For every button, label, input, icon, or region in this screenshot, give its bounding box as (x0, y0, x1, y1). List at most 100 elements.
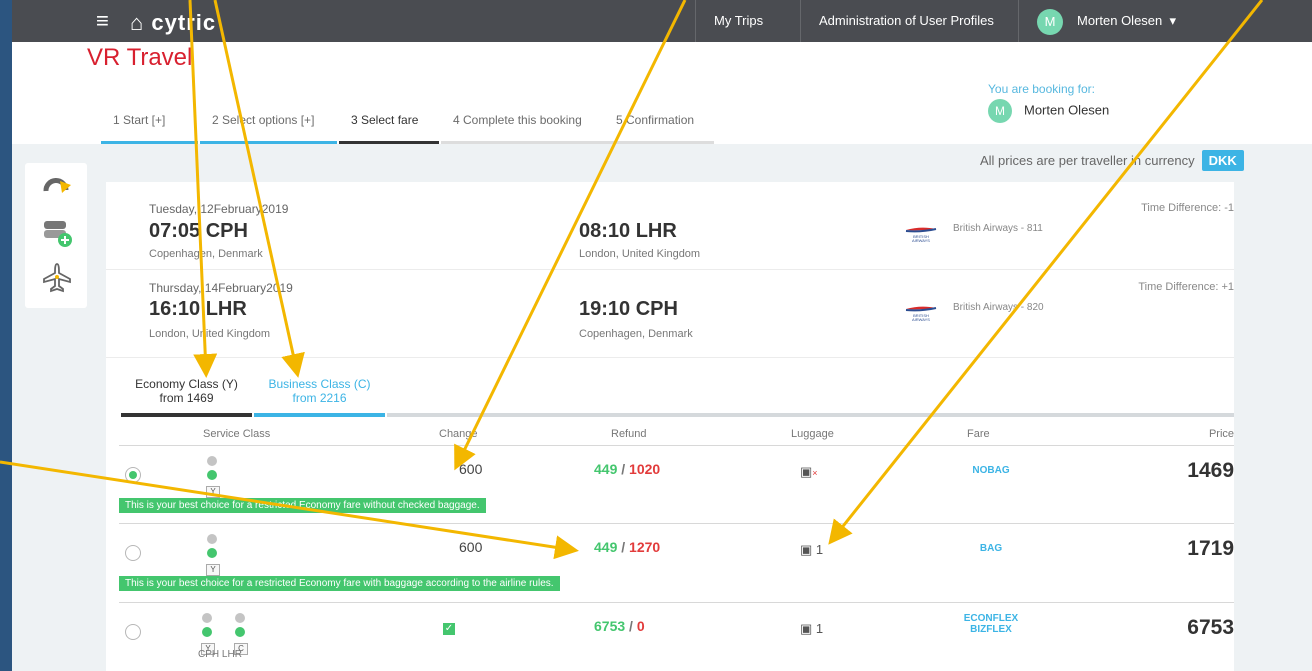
booking-for-label: You are booking for: (988, 82, 1095, 96)
tabs-track (387, 413, 1234, 417)
class-dot (207, 470, 217, 480)
fare-radio[interactable] (125, 467, 141, 483)
home-icon: ⌂ (130, 10, 152, 35)
return-arrival-city: Copenhagen, Denmark (579, 328, 693, 340)
fare-row[interactable]: Y 600 449 / 1020 ▣× NOBAG 1469 This is y… (119, 445, 1234, 523)
outbound-departure: 07:05 CPH (149, 220, 248, 242)
step-start-bar (101, 141, 198, 144)
step-confirmation[interactable]: 5 Confirmation (604, 114, 714, 144)
return-departure: 16:10 LHR (149, 298, 247, 320)
step-select-fare-bar (339, 141, 439, 144)
my-trips-link[interactable]: My Trips (695, 0, 781, 42)
return-date: Thursday, 14February2019 (149, 281, 293, 295)
class-tabs: Economy Class (Y) from 1469 Business Clas… (121, 377, 1234, 417)
fare-name[interactable]: NOBAG (956, 465, 1026, 476)
class-dot (202, 627, 212, 637)
step-complete-booking[interactable]: 4 Complete this booking (441, 114, 604, 144)
british-airways-logo: BRITISHAIRWAYS (905, 227, 937, 243)
british-airways-logo: BRITISHAIRWAYS (905, 306, 937, 322)
airport-codes: CPH LHR (198, 649, 242, 660)
class-code: Y (206, 564, 220, 576)
top-navigation-bar: ≡ ⌂ cytric My Trips Administration of Us… (12, 0, 1312, 42)
outbound-departure-city: Copenhagen, Denmark (149, 248, 263, 260)
refund-values: 449 / 1270 (594, 539, 661, 555)
return-departure-city: London, United Kingdom (149, 328, 271, 340)
cytric-logo[interactable]: ⌂ cytric (130, 10, 216, 36)
economy-tab-indicator (121, 413, 252, 417)
luggage-header: Luggage (791, 428, 834, 440)
no-luggage-icon: ▣× (800, 464, 818, 479)
step-start[interactable]: 1 Start [+] (101, 114, 198, 144)
luggage-icon: ▣ 1 (800, 542, 824, 557)
refund-header: Refund (611, 428, 647, 440)
outbound-time-difference: Time Difference: -1 (1141, 202, 1234, 214)
hamburger-icon[interactable]: ≡ (96, 10, 109, 32)
flight-results-panel: Tuesday, 12February2019 07:05 CPH Copenh… (106, 182, 1234, 671)
side-tools (25, 163, 87, 308)
currency-info: All prices are per traveller in currency… (980, 150, 1244, 171)
booking-person-avatar: M (988, 99, 1012, 123)
fare-name[interactable]: BAG (956, 543, 1026, 554)
fare-price: 1469 (1187, 459, 1234, 482)
booking-person-name: Morten Olesen (1024, 102, 1110, 118)
step-complete-booking-bar (441, 141, 604, 144)
fare-recommendation: This is your best choice for a restricte… (119, 498, 486, 513)
logo-text: cytric (151, 10, 217, 35)
fare-recommendation: This is your best choice for a restricte… (119, 576, 560, 591)
refund-values: 6753 / 0 (594, 618, 645, 634)
change-fee: 600 (459, 461, 483, 477)
business-tab-indicator (254, 413, 385, 417)
airplane-icon[interactable] (41, 261, 73, 293)
change-header: Change (439, 428, 478, 440)
outbound-date: Tuesday, 12February2019 (149, 202, 289, 216)
user-menu[interactable]: M Morten Olesen ▾ (1018, 0, 1234, 42)
fare-radio[interactable] (125, 624, 141, 640)
user-name: Morten Olesen (1077, 13, 1163, 28)
luggage-icon: ▣ 1 (800, 621, 824, 636)
booking-header: VR Travel 1 Start [+] 2 Select options [… (12, 42, 1312, 144)
fare-row[interactable]: Y C CPH LHR ✓ 6753 / 0 ▣ 1 ECONFLEX BIZFL… (119, 602, 1234, 670)
change-fee: 600 (459, 539, 483, 555)
step-select-fare[interactable]: 3 Select fare (339, 114, 439, 144)
service-class-header: Service Class (203, 428, 271, 440)
chevron-down-icon: ▾ (1162, 13, 1177, 28)
svg-text:AIRWAYS: AIRWAYS (912, 317, 930, 322)
tab-business[interactable]: Business Class (C) from 2216 (254, 377, 385, 414)
class-code: Y (206, 486, 220, 498)
share-trip-icon[interactable] (41, 173, 73, 205)
administration-link[interactable]: Administration of User Profiles (800, 0, 1012, 42)
step-confirmation-bar (604, 141, 714, 144)
tab-economy[interactable]: Economy Class (Y) from 1469 (121, 377, 252, 414)
return-arrival: 19:10 CPH (579, 298, 678, 320)
step-select-options[interactable]: 2 Select options [+] (200, 114, 337, 144)
class-dot (207, 456, 217, 466)
currency-badge: DKK (1201, 150, 1244, 171)
fare-row[interactable]: Y 600 449 / 1270 ▣ 1 BAG 1719 This is yo… (119, 523, 1234, 601)
fare-price: 6753 (1187, 616, 1234, 639)
outbound-airline: British Airways - 811 (953, 223, 1043, 234)
booking-for-person: M Morten Olesen (988, 99, 1109, 123)
brand-logo: VR Travel (87, 44, 193, 71)
add-booking-icon[interactable] (41, 217, 73, 249)
return-time-difference: Time Difference: +1 (1138, 281, 1234, 293)
return-flight: Thursday, 14February2019 16:10 LHR Londo… (106, 270, 1234, 358)
fare-name[interactable]: ECONFLEX BIZFLEX (956, 613, 1026, 635)
step-select-options-bar (200, 141, 337, 144)
class-dot (235, 613, 245, 623)
change-check-icon: ✓ (443, 623, 455, 635)
fare-price: 1719 (1187, 537, 1234, 560)
fare-radio[interactable] (125, 545, 141, 561)
outbound-arrival: 08:10 LHR (579, 220, 677, 242)
svg-text:AIRWAYS: AIRWAYS (912, 238, 930, 243)
class-dot (235, 627, 245, 637)
price-header: Price (1208, 428, 1234, 440)
return-airline: British Airways - 820 (953, 302, 1044, 313)
class-dot (202, 613, 212, 623)
service-class-indicator: Y (204, 530, 222, 578)
service-class-indicator: Y (204, 452, 222, 500)
class-dot (207, 548, 217, 558)
outbound-flight: Tuesday, 12February2019 07:05 CPH Copenh… (106, 182, 1234, 270)
user-avatar: M (1037, 8, 1063, 35)
class-dot (207, 534, 217, 544)
refund-values: 449 / 1020 (594, 461, 661, 477)
